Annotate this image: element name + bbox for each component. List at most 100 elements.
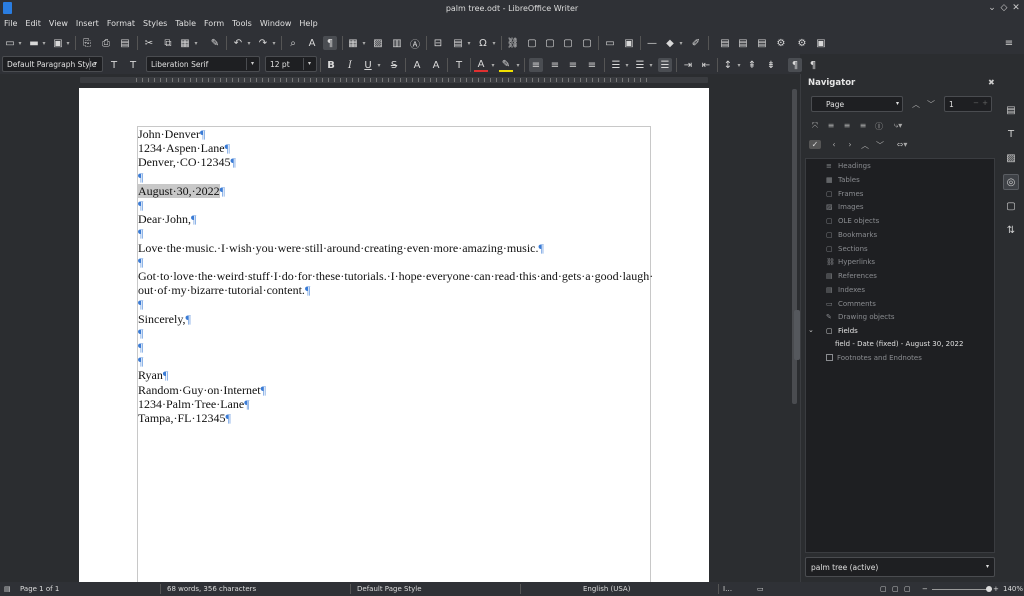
document-line[interactable]: ¶ [138,226,143,240]
undo-icon[interactable]: ↶ [231,36,245,50]
subscript-icon[interactable]: A [429,58,443,72]
numbering-icon[interactable]: ☰ [633,58,647,72]
macro-icon-4[interactable]: ⚙ [774,36,788,50]
menu-format[interactable]: Format [107,17,140,32]
special-char-dropdown-icon[interactable]: ▾ [490,36,498,50]
chevron-down-icon[interactable]: ▾ [986,563,989,570]
paragraph-spacing-up-icon[interactable]: ⇞ [745,58,759,72]
document-line[interactable]: 1234·Palm·Tree·Lane¶ [138,397,250,411]
update-style-icon[interactable]: T [107,58,121,72]
document-line[interactable]: ¶ [138,255,143,269]
redo-icon[interactable]: ↷ [256,36,270,50]
sidebar-menu-icon[interactable]: ≡ [1002,36,1016,50]
status-page[interactable]: Page 1 of 1 [20,585,59,593]
macro-icon-6[interactable]: ▣ [814,36,828,50]
document-line[interactable]: John·Denver¶ [138,127,205,141]
document-line[interactable]: ¶ [138,170,143,184]
highlight-color-icon[interactable]: ✎ [499,58,513,72]
draw-functions-icon[interactable]: ✐ [689,36,703,50]
print-preview-icon[interactable]: ▤ [118,36,132,50]
align-right-icon[interactable]: ≡ [566,58,580,72]
outline-level-icon[interactable]: ⇔▾ [896,140,908,149]
bold-icon[interactable]: B [324,58,338,72]
insert-chart-icon[interactable]: ▥ [390,36,404,50]
bullets-dropdown-icon[interactable]: ▾ [623,58,631,72]
move-down-icon[interactable]: ﹀ [874,140,886,151]
macro-icon-3[interactable]: ▤ [755,36,769,50]
document-line[interactable]: ¶ [138,198,143,212]
insert-mode-icon[interactable]: I… [723,585,732,593]
cut-icon[interactable]: ✂ [142,36,156,50]
status-words[interactable]: 68 words, 356 characters [167,585,256,593]
menu-table[interactable]: Table [175,17,201,32]
shapes-dropdown-icon[interactable]: ▾ [677,36,685,50]
decrease-indent-icon[interactable]: ⇤ [699,58,713,72]
document-line[interactable]: Denver,·CO·12345¶ [138,155,236,169]
status-page-style[interactable]: Default Page Style [357,585,422,593]
justify-icon[interactable]: ≡ [585,58,599,72]
previous-page-icon[interactable]: ︿ [910,99,922,110]
redo-dropdown-icon[interactable]: ▾ [270,36,278,50]
paste-icon[interactable]: ▦ [178,36,192,50]
anchor-icon[interactable]: Ⓘ [873,121,885,132]
multi-page-view-icon[interactable]: ▢ [892,585,899,593]
minimize-icon[interactable]: ⌄ [986,3,998,13]
insert-footnote-icon[interactable]: ▢ [525,36,539,50]
tree-item-footnotes[interactable]: Footnotes and Endnotes [826,354,922,362]
document-line[interactable]: Sincerely,¶ [138,312,191,326]
single-page-view-icon[interactable]: ▢ [880,585,887,593]
align-left-icon[interactable]: ≡ [529,58,543,72]
check-icon[interactable]: ✓ [809,140,821,149]
underline-icon[interactable]: U [361,58,375,72]
navigator-deck-icon[interactable]: ◎ [1003,174,1019,190]
right-to-left-icon[interactable]: ¶ [806,58,820,72]
document-line[interactable]: Got·to·love·the·weird·stuff·I·do·for·the… [138,269,653,283]
tree-item-drawing-objects[interactable]: ✎ Drawing objects [826,313,895,321]
clear-formatting-icon[interactable]: T [452,58,466,72]
chevron-down-icon[interactable]: ▾ [896,100,899,107]
chevron-down-icon[interactable]: ▾ [246,58,258,70]
open-folder-icon[interactable]: ▬ [27,36,41,50]
demote-icon[interactable]: › [844,140,856,149]
paste-dropdown-icon[interactable]: ▾ [192,36,200,50]
document-line[interactable]: 1234·Aspen·Lane¶ [138,141,230,155]
macro-icon-5[interactable]: ⚙ [795,36,809,50]
print-icon[interactable]: ⎙ [99,36,113,50]
table-dropdown-icon[interactable]: ▾ [360,36,368,50]
track-changes-icon[interactable]: ▣ [622,36,636,50]
document-line[interactable]: Tampa,·FL·12345¶ [138,411,231,425]
tree-item-indexes[interactable]: ▤ Indexes [826,286,865,294]
document-line[interactable]: Ryan¶ [138,368,168,382]
tree-item-fields[interactable]: ▢ Fields [826,327,858,335]
menu-window[interactable]: Window [260,17,297,32]
document-line[interactable]: Random·Guy·on·Internet¶ [138,383,266,397]
tree-item-images[interactable]: ▨ Images [826,203,864,211]
line-spacing-icon[interactable]: ↕ [721,58,735,72]
document-line[interactable]: ¶ [138,326,143,340]
move-up-icon[interactable]: ︿ [859,140,871,151]
tree-item-references[interactable]: ▤ References [826,272,877,280]
paragraph-style-combo[interactable]: Default Paragraph Style ▾ [2,56,103,72]
chevron-down-icon[interactable]: ▾ [303,58,315,70]
insert-table-icon[interactable]: ▦ [346,36,360,50]
superscript-icon[interactable]: A [410,58,424,72]
horizontal-ruler[interactable] [0,74,790,88]
tree-item-sections[interactable]: ▢ Sections [826,245,868,253]
insert-endnote-icon[interactable]: ▢ [543,36,557,50]
tree-item-tables[interactable]: ▦ Tables [826,176,860,184]
document-line[interactable]: ¶ [138,297,143,311]
new-document-icon[interactable]: ▭ [3,36,17,50]
zoom-in-icon[interactable]: + [993,585,999,593]
strikethrough-icon[interactable]: S [387,58,401,72]
clone-formatting-icon[interactable]: ✎ [208,36,222,50]
insert-line-icon[interactable]: — [645,36,659,50]
menu-file[interactable]: File [4,17,22,32]
document-line[interactable]: out·of·my·bizarre·tutorial·content.¶ [138,283,310,297]
insert-bookmark-icon[interactable]: ▢ [561,36,575,50]
menu-insert[interactable]: Insert [76,17,104,32]
copy-icon[interactable]: ⧉ [161,36,175,50]
zoom-out-icon[interactable]: − [922,585,928,593]
properties-deck-icon[interactable]: ▤ [1003,102,1019,118]
book-view-icon[interactable]: ▢ [904,585,911,593]
undo-dropdown-icon[interactable]: ▾ [245,36,253,50]
